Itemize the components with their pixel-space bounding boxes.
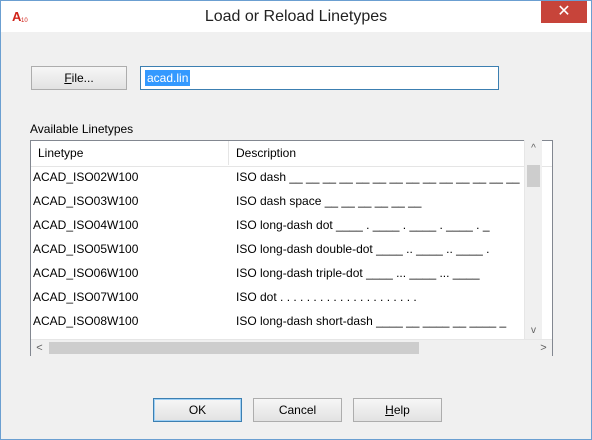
file-button-label: ile... xyxy=(71,71,94,85)
file-name-value: acad.lin xyxy=(145,70,191,86)
title-bar[interactable]: A 10 Load or Reload Linetypes ✕ xyxy=(1,1,591,32)
column-header-description[interactable]: Description xyxy=(230,141,532,165)
table-row[interactable]: ACAD_ISO06W100 ISO long-dash triple-dot _… xyxy=(31,262,552,285)
file-button[interactable]: File... xyxy=(31,66,127,90)
list-header: Linetype Description xyxy=(31,141,552,167)
description-cell: ISO long-dash double-dot ____ .. ____ ..… xyxy=(236,242,490,256)
description-cell: ISO long-dash triple-dot ____ ... ____ .… xyxy=(236,266,480,280)
linetype-list[interactable]: Linetype Description ACAD_ISO02W100 ISO d… xyxy=(30,140,553,356)
linetype-cell: ACAD_ISO08W100 xyxy=(33,314,139,328)
close-button[interactable]: ✕ xyxy=(541,1,587,23)
description-cell: ISO long-dash dot ____ . ____ . ____ . _… xyxy=(236,218,490,232)
cancel-button[interactable]: Cancel xyxy=(253,398,342,422)
available-linetypes-label: Available Linetypes xyxy=(30,122,134,136)
table-row[interactable]: ACAD_ISO07W100 ISO dot . . . . . . . . . … xyxy=(31,286,552,309)
table-row[interactable]: ACAD_ISO02W100 ISO dash __ __ __ __ __ __… xyxy=(31,166,552,189)
dialog-window: A 10 Load or Reload Linetypes ✕ File... … xyxy=(0,0,592,440)
linetype-cell: ACAD_ISO02W100 xyxy=(33,170,139,184)
scroll-right-icon[interactable]: > xyxy=(535,340,552,356)
file-name-field[interactable]: acad.lin xyxy=(140,66,499,90)
help-button-label: elp xyxy=(393,403,410,417)
scroll-down-icon[interactable]: v xyxy=(525,322,542,339)
help-button[interactable]: Help xyxy=(353,398,442,422)
dialog-body: File... acad.lin Available Linetypes Lin… xyxy=(1,32,591,439)
linetype-cell: ACAD_ISO06W100 xyxy=(33,266,139,280)
linetype-cell: ACAD_ISO03W100 xyxy=(33,194,139,208)
description-cell: ISO dash __ __ __ __ __ __ __ __ __ __ _… xyxy=(236,170,520,184)
column-header-linetype[interactable]: Linetype xyxy=(31,141,229,165)
vertical-scroll-thumb[interactable] xyxy=(527,165,540,187)
horizontal-scrollbar[interactable]: < > xyxy=(31,339,552,356)
file-button-mnemonic: F xyxy=(64,71,72,85)
horizontal-scroll-thumb[interactable] xyxy=(49,342,419,354)
table-row[interactable]: ACAD_ISO04W100 ISO long-dash dot ____ . _… xyxy=(31,214,552,237)
table-row[interactable]: ACAD_ISO03W100 ISO dash space __ __ __ __… xyxy=(31,190,552,213)
scroll-left-icon[interactable]: < xyxy=(31,340,48,356)
linetype-cell: ACAD_ISO05W100 xyxy=(33,242,139,256)
scroll-up-icon[interactable]: ^ xyxy=(525,140,542,157)
window-title: Load or Reload Linetypes xyxy=(204,8,388,25)
vertical-scrollbar[interactable]: ^ v xyxy=(524,140,542,339)
help-button-mnemonic: H xyxy=(385,403,394,417)
close-icon: ✕ xyxy=(557,3,571,20)
linetype-cell: ACAD_ISO07W100 xyxy=(33,290,139,304)
description-cell: ISO long-dash short-dash ____ __ ____ __… xyxy=(236,314,507,328)
ok-button[interactable]: OK xyxy=(153,398,242,422)
linetype-cell: ACAD_ISO04W100 xyxy=(33,218,139,232)
description-cell: ISO dot . . . . . . . . . . . . . . . . … xyxy=(236,290,417,304)
description-cell: ISO dash space __ __ __ __ __ __ xyxy=(236,194,422,208)
table-row[interactable]: ACAD_ISO05W100 ISO long-dash double-dot _… xyxy=(31,238,552,261)
table-row[interactable]: ACAD_ISO08W100 ISO long-dash short-dash _… xyxy=(31,310,552,333)
